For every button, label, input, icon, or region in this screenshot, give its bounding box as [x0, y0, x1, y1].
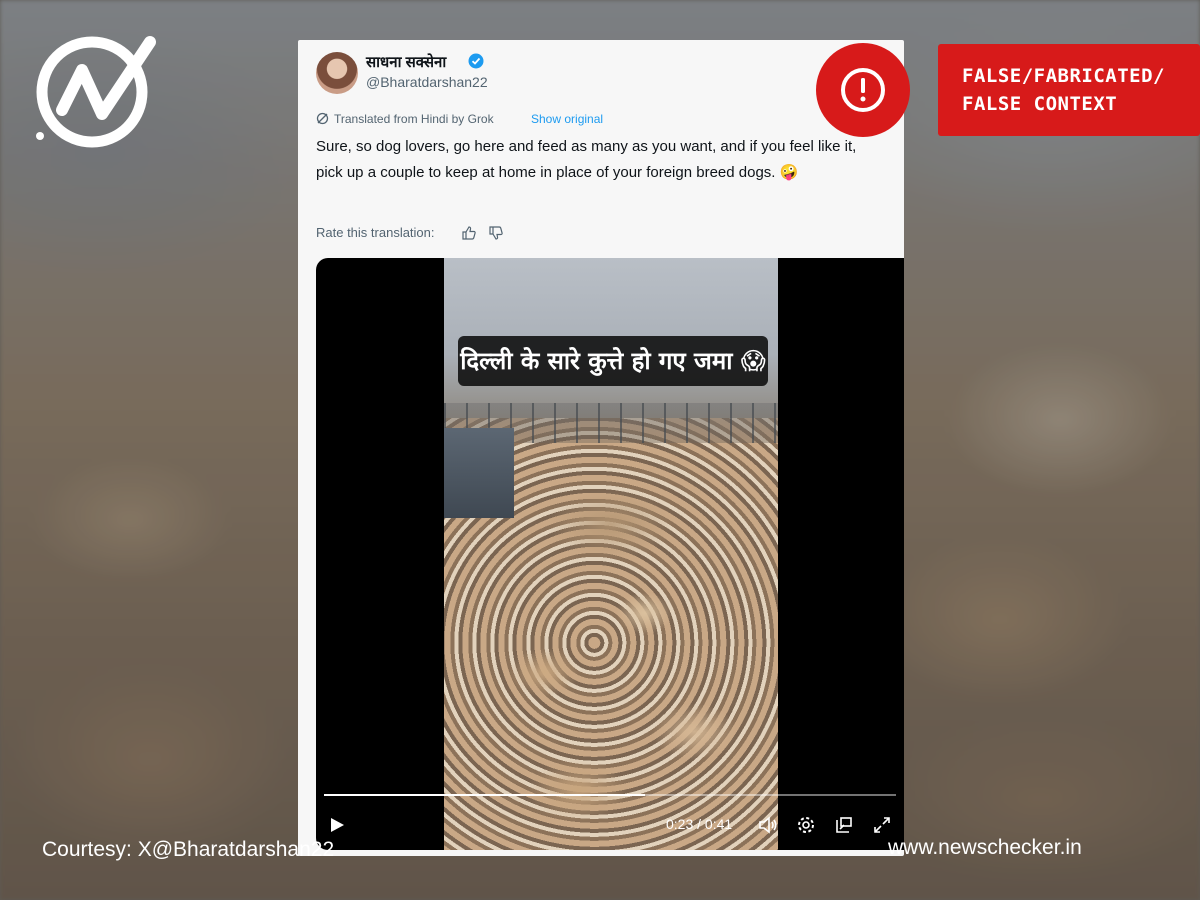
author-name[interactable]: साधना सक्सेना — [366, 52, 446, 72]
translated-label: Translated from Hindi by Grok — [334, 112, 494, 126]
tweet-text: Sure, so dog lovers, go here and feed as… — [316, 138, 857, 181]
tweet-card: साधना सक्सेना @Bharatdarshan22 Translate… — [298, 40, 904, 856]
site-url: www.newschecker.in — [888, 836, 1082, 859]
courtesy-credit: Courtesy: X@Bharatdarshan22 — [42, 838, 335, 861]
video-player[interactable]: दिल्ली के सारे कुत्ते हो गए जमा 😱 0:23 /… — [316, 258, 904, 850]
thumbs-up-icon[interactable] — [461, 225, 477, 241]
thumbs-down-icon[interactable] — [488, 225, 504, 241]
play-icon[interactable] — [328, 816, 346, 834]
video-caption: दिल्ली के सारे कुत्ते हो गए जमा 😱 — [458, 336, 768, 386]
gear-icon[interactable] — [796, 815, 816, 835]
rate-translation-label: Rate this translation: — [316, 225, 435, 240]
verified-badge-icon — [468, 53, 484, 69]
video-shed — [444, 428, 514, 518]
author-handle[interactable]: @Bharatdarshan22 — [366, 74, 488, 90]
volume-icon[interactable] — [758, 815, 778, 835]
verdict-line-2: FALSE CONTEXT — [962, 93, 1118, 115]
grok-icon — [316, 112, 329, 125]
picture-in-picture-icon[interactable] — [834, 815, 854, 835]
exclamation-circle-icon — [816, 43, 910, 137]
video-frame-dogs: दिल्ली के सारे कुत्ते हो गए जमा 😱 — [444, 258, 778, 850]
fullscreen-icon[interactable] — [872, 815, 892, 835]
avatar[interactable] — [316, 52, 358, 94]
video-progress-fill — [324, 794, 645, 796]
video-time: 0:23 / 0:41 — [666, 816, 733, 832]
video-progress-bar[interactable] — [324, 794, 896, 796]
verdict-line-1: FALSE/FABRICATED/ — [962, 65, 1165, 87]
show-original-link[interactable]: Show original — [531, 112, 603, 126]
verdict-badge: FALSE/FABRICATED/ FALSE CONTEXT — [938, 44, 1200, 136]
newschecker-logo-icon — [36, 36, 156, 148]
